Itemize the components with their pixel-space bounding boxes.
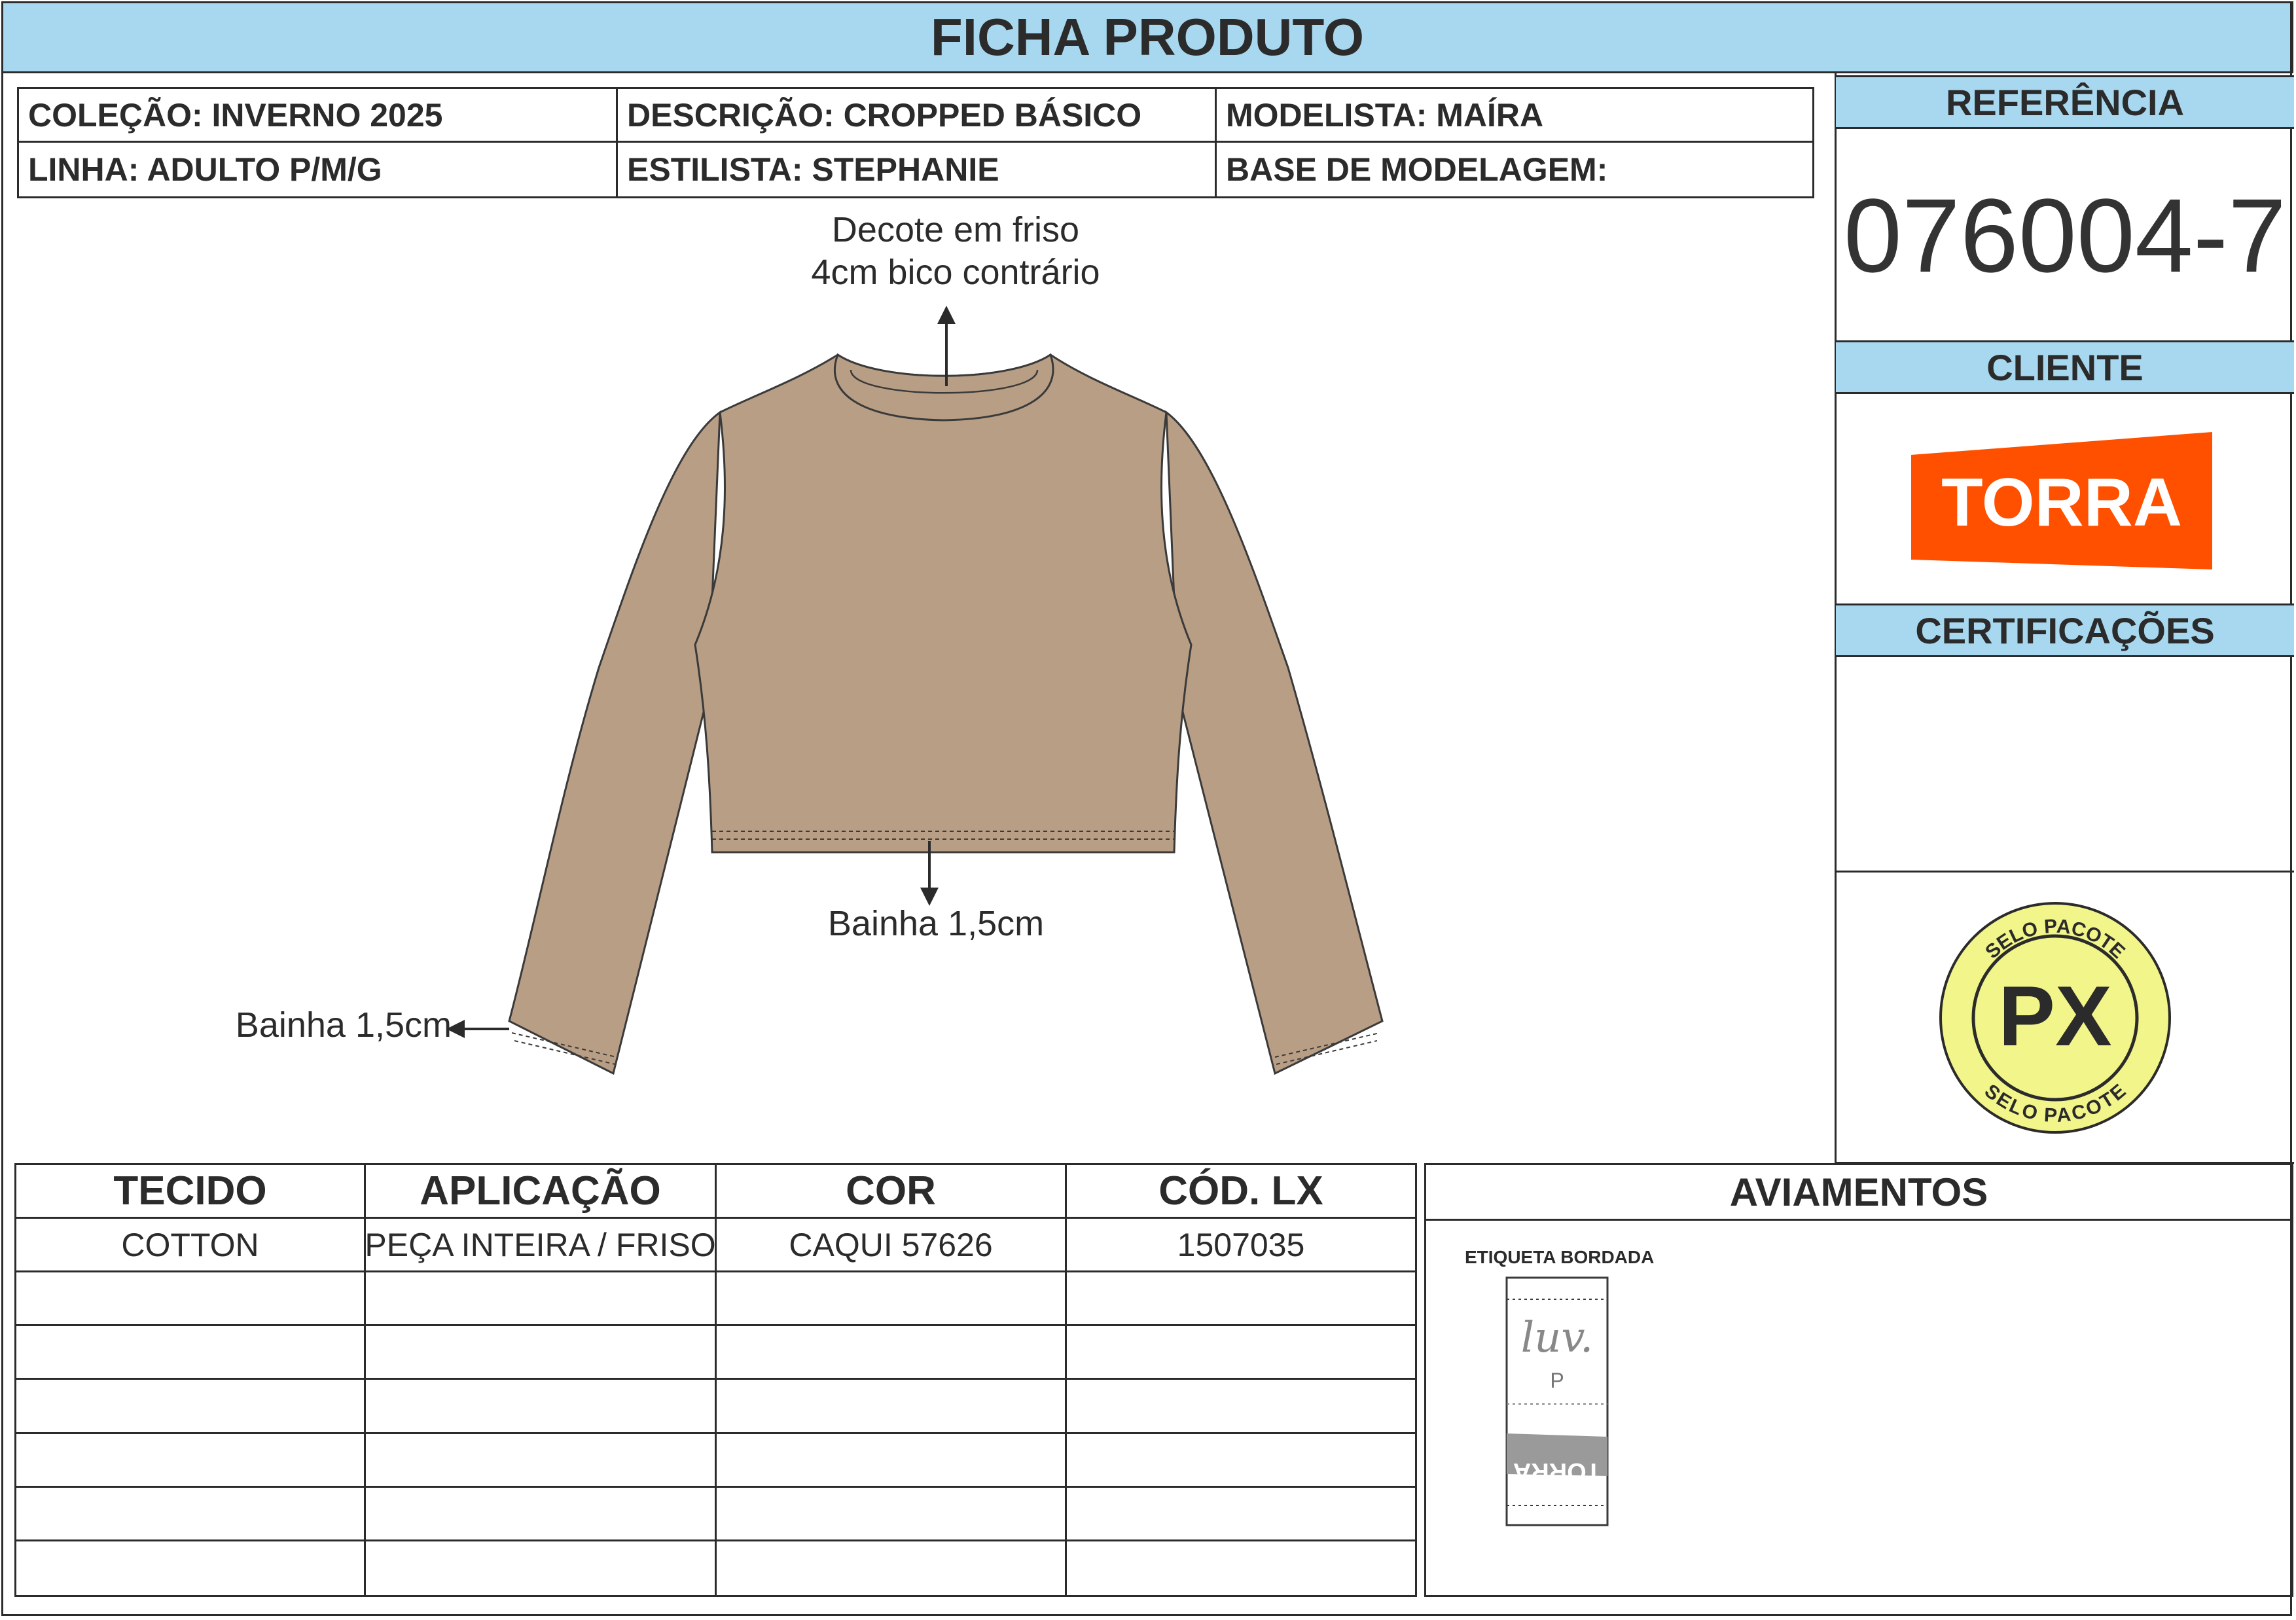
colecao-cell: COLEÇÃO: INVERNO 2025 [19,89,618,143]
sleeve-note: Bainha 1,5cm [235,1005,452,1045]
table-cell [1067,1380,1415,1434]
table-cell: 1507035 [1067,1219,1415,1273]
neck-note-line1: Decote em friso [831,210,1080,249]
torra-logo: TORRA [1911,432,2212,569]
etiqueta-title: ETIQUETA BORDADA [1465,1247,1655,1267]
garment-drawing [446,306,1384,1075]
selo-pacote-seal: SELO PACOTE SELO PACOTE PX [1939,902,2171,1134]
left-sleeve [508,410,721,1075]
table-cell [1067,1326,1415,1380]
table-cell [366,1272,717,1327]
aviamentos-title: AVIAMENTOS [1729,1170,1988,1214]
right-sleeve [1165,410,1384,1075]
table-cell [16,1326,366,1380]
neck-note-line2: 4cm bico contrário [811,253,1100,292]
table-cell: PEÇA INTEIRA / FRISO [366,1219,717,1273]
table-cell [366,1380,717,1434]
certificacoes-label: CERTIFICAÇÕES [1915,609,2215,651]
certificacoes-header: CERTIFICAÇÕES [1836,603,2294,657]
table-cell [366,1433,717,1488]
table-cell [717,1326,1067,1380]
descricao-cell: DESCRIÇÃO: CROPPED BÁSICO [618,89,1217,143]
label-logo-text: TORRA [1513,1458,1601,1485]
table-cell [1067,1434,1415,1488]
table-cell [717,1433,1067,1488]
cert-divider [1836,871,2294,873]
torra-logo-text: TORRA [1941,465,2182,541]
table-cell [366,1487,717,1541]
table-cell [366,1541,717,1595]
table-header-cell: CÓD. LX [1067,1165,1415,1219]
referencia-header: REFERÊNCIA [1836,75,2294,129]
table-cell [16,1272,366,1327]
label-size: P [1550,1369,1564,1392]
seal-center-text: PX [1998,968,2111,1064]
aviamentos-header: AVIAMENTOS [1426,1165,2291,1221]
neck-arrow-head [937,306,956,324]
estilista-cell: ESTILISTA: STEPHANIE [618,143,1217,196]
materials-table: TECIDO APLICAÇÃO COR CÓD. LX COTTON PEÇA INTE… [14,1163,1417,1597]
table-cell [16,1433,366,1488]
table-cell: COTTON [16,1219,366,1273]
table-cell [1067,1541,1415,1595]
label-brand: luv. [1521,1314,1594,1362]
referencia-value: 076004-7 [1843,177,2287,294]
modelista-cell: MODELISTA: MAÍRA [1217,89,1812,143]
cliente-label: CLIENTE [1986,346,2144,388]
table-cell [366,1326,717,1380]
garment-body [694,353,1193,854]
etiqueta-bordada: luv. P TORRA [1505,1276,1609,1526]
table-cell [717,1380,1067,1434]
table-header-cell: COR [717,1165,1067,1219]
base-modelagem-cell: BASE DE MODELAGEM: [1226,151,1608,188]
table-cell [16,1487,366,1541]
table-cell [1067,1272,1415,1327]
cliente-header: CLIENTE [1836,340,2294,394]
hem-note: Bainha 1,5cm [827,904,1045,943]
table-cell [717,1272,1067,1327]
table-cell: CAQUI 57626 [717,1219,1067,1273]
table-header-cell: APLICAÇÃO [366,1165,717,1219]
referencia-label: REFERÊNCIA [1945,81,2185,123]
table-cell [717,1541,1067,1595]
table-cell [16,1541,366,1595]
table-cell [1067,1488,1415,1541]
table-header-cell: TECIDO [16,1165,366,1219]
table-cell [717,1487,1067,1541]
linha-cell: LINHA: ADULTO P/M/G [19,143,618,196]
table-cell [16,1380,366,1434]
info-table: COLEÇÃO: INVERNO 2025 DESCRIÇÃO: CROPPED… [17,87,1814,198]
